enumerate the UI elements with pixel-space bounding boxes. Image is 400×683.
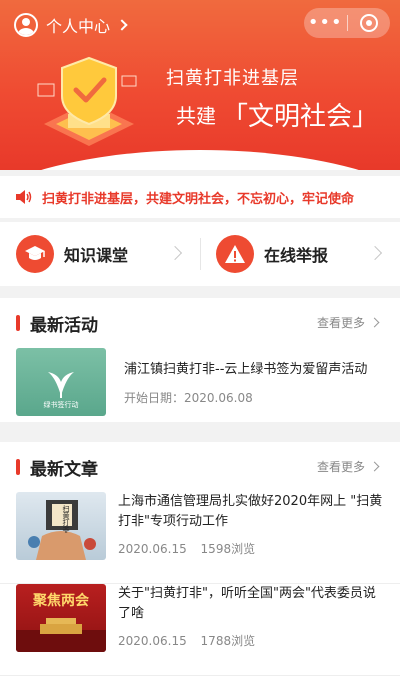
quick-link-knowledge[interactable]: 知识课堂 <box>0 222 200 286</box>
article-thumbnail: 扫黄打非 <box>16 492 106 560</box>
view-more-activities[interactable]: 查看更多 <box>316 314 380 331</box>
activity-title: 浦江镇扫黄打非--云上绿书签为爱留声活动 <box>124 362 368 377</box>
mini-program-capsule: ••• <box>304 8 390 38</box>
chevron-right-icon <box>167 245 183 261</box>
activity-thumbnail: 绿书签行动 <box>16 348 106 416</box>
article-item[interactable]: 聚焦两会 关于"扫黄打非"，听听全国"两会"代表委员说了啥 2020.06.15… <box>0 584 400 676</box>
banner-slogan-line1: 扫黄打非进基层 <box>166 68 299 89</box>
thumbnail-caption: 绿书签行动 <box>43 401 79 409</box>
article-info: 关于"扫黄打非"，听听全国"两会"代表委员说了啥 2020.06.15 1788… <box>118 584 384 649</box>
section-header: 最新活动 查看更多 <box>0 298 400 348</box>
thumbnail-caption: 扫黄打非 <box>62 505 70 533</box>
speaker-icon <box>16 190 32 204</box>
view-more-label: 查看更多 <box>316 460 365 474</box>
article-title: 上海市通信管理局扎实做好2020年网上 "扫黄打非"专项行动工作 <box>118 494 383 529</box>
thumbnail-caption: 聚焦两会 <box>33 593 89 609</box>
article-date: 2020.06.15 <box>118 542 187 556</box>
slogan-prefix: 共建 <box>176 104 216 128</box>
article-info: 上海市通信管理局扎实做好2020年网上 "扫黄打非"专项行动工作 2020.06… <box>118 492 384 557</box>
user-avatar-icon <box>14 13 38 37</box>
target-icon <box>359 14 378 32</box>
section-header: 最新文章 查看更多 <box>0 442 400 492</box>
section-title: 最新文章 <box>30 459 98 480</box>
article-thumbnail: 聚焦两会 <box>16 584 106 652</box>
chevron-right-icon <box>369 317 380 328</box>
article-views: 1788浏览 <box>200 634 256 648</box>
article-meta: 2020.06.15 1598浏览 <box>118 540 384 557</box>
articles-section: 最新文章 查看更多 扫黄打非 上海市通信管理局扎实做好2020年网上 "扫黄打非… <box>0 442 400 683</box>
view-more-articles[interactable]: 查看更多 <box>316 458 380 475</box>
section-accent-bar <box>16 459 20 475</box>
notice-bar[interactable]: 扫黄打非进基层，共建文明社会，不忘初心，牢记使命 <box>0 176 400 218</box>
warning-icon <box>216 235 254 273</box>
article-date: 2020.06.15 <box>118 634 187 648</box>
notice-text: 扫黄打非进基层，共建文明社会，不忘初心，牢记使命 <box>42 191 355 207</box>
close-program-button[interactable] <box>347 14 390 32</box>
article-title: 关于"扫黄打非"，听听全国"两会"代表委员说了啥 <box>118 586 376 621</box>
view-more-label: 查看更多 <box>316 316 365 330</box>
slogan-main: 「文明社会」 <box>222 102 379 132</box>
article-meta: 2020.06.15 1788浏览 <box>118 632 384 649</box>
activity-date: 开始日期：2020.06.08 <box>124 391 253 405</box>
quick-link-label: 在线举报 <box>264 246 329 265</box>
chevron-right-icon <box>369 461 380 472</box>
banner-slogan-line2: 共建 「文明社会」 <box>176 96 378 133</box>
chevron-right-icon <box>367 245 383 261</box>
section-title: 最新活动 <box>30 315 98 336</box>
quick-link-report[interactable]: 在线举报 <box>200 222 400 286</box>
shield-check-illustration <box>37 56 137 146</box>
header-banner: 个人中心 ••• 扫黄打非进基层 共建 「文明社会」 <box>0 0 400 170</box>
activities-section: 最新活动 查看更多 绿书签行动 浦江镇扫黄打非--云上绿书签为爱留声活动 开始日… <box>0 298 400 422</box>
activity-item[interactable]: 绿书签行动 浦江镇扫黄打非--云上绿书签为爱留声活动 开始日期：2020.06.… <box>0 348 400 416</box>
profile-link[interactable]: 个人中心 <box>14 12 128 38</box>
more-menu-button[interactable]: ••• <box>304 8 347 38</box>
quick-link-label: 知识课堂 <box>64 246 129 265</box>
article-views: 1598浏览 <box>200 542 256 556</box>
activity-info: 浦江镇扫黄打非--云上绿书签为爱留声活动 开始日期：2020.06.08 <box>124 358 367 406</box>
graduation-cap-icon <box>16 235 54 273</box>
profile-title: 个人中心 <box>46 17 111 36</box>
section-accent-bar <box>16 315 20 331</box>
article-item[interactable]: 扫黄打非 上海市通信管理局扎实做好2020年网上 "扫黄打非"专项行动工作 20… <box>0 492 400 584</box>
chevron-right-icon <box>116 19 128 31</box>
quick-links: 知识课堂 在线举报 <box>0 222 400 286</box>
banner-indicator <box>190 160 208 163</box>
